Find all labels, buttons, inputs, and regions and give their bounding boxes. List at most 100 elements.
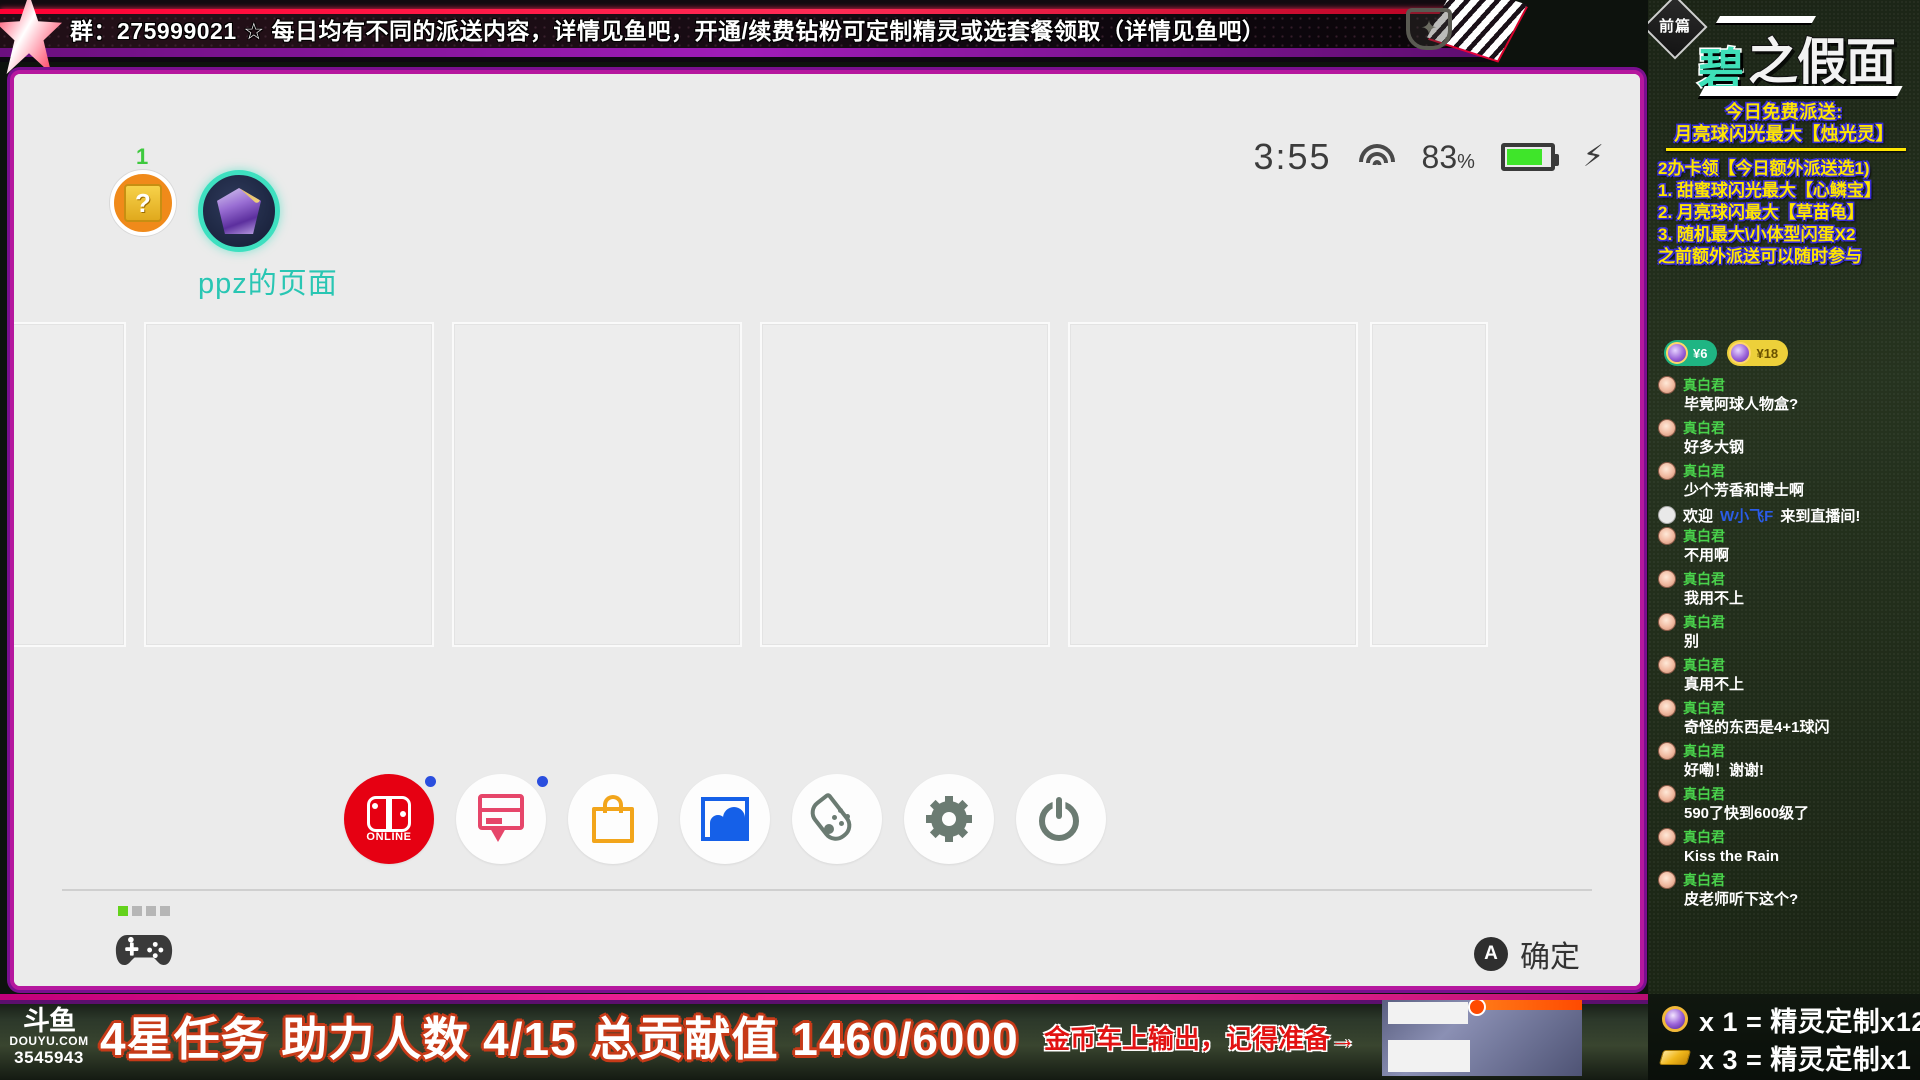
- quick-menu-row: ONLINE: [344, 774, 1106, 864]
- chat-text: 好嘞！谢谢!: [1658, 761, 1914, 781]
- chat-text: 我用不上: [1658, 589, 1914, 609]
- sleep-mode-button[interactable]: [1016, 774, 1106, 864]
- avatar: [1658, 656, 1676, 674]
- avatar: [1658, 419, 1676, 437]
- chat-username[interactable]: 真白君: [1683, 461, 1725, 481]
- page-dot[interactable]: [160, 906, 170, 916]
- system-settings-button[interactable]: [904, 774, 994, 864]
- avatar: [1658, 785, 1676, 803]
- chat-message: 真白君 少个芳香和博士啊: [1658, 461, 1914, 501]
- extra-line: 2办卡领【今日额外派送选1): [1658, 158, 1916, 180]
- extra-line: 1. 甜蜜球闪光最大【心鳞宝】: [1658, 180, 1916, 202]
- chat-username[interactable]: 真白君: [1683, 612, 1725, 632]
- page-indicator[interactable]: [118, 906, 170, 916]
- banner-text: 群：275999021 ☆ 每日均有不同的派送内容，详情见鱼吧，开通/续费钻粉可…: [70, 14, 1265, 48]
- chat-username[interactable]: 真白君: [1683, 526, 1725, 546]
- chat-system-message: 欢迎 W小飞F 来到直播间!: [1658, 504, 1914, 526]
- game-tile[interactable]: [10, 322, 126, 647]
- reward-legend: x 1 = 精灵定制x12 x 3 = 精灵定制x1: [1660, 1000, 1920, 1076]
- news-button[interactable]: [456, 774, 546, 864]
- gem-icon: [1660, 1004, 1690, 1034]
- chat-username[interactable]: 真白君: [1683, 827, 1725, 847]
- gamepad-icon[interactable]: [114, 929, 174, 971]
- confirm-hint[interactable]: A 确定: [1474, 932, 1580, 976]
- battery-percent-value: 83: [1422, 139, 1458, 175]
- notification-count: 1: [136, 144, 148, 170]
- video-thumbnail[interactable]: [1382, 1000, 1582, 1076]
- percent-symbol: %: [1457, 151, 1475, 173]
- chat-username[interactable]: 真白君: [1683, 418, 1725, 438]
- gift-orb-icon: [1729, 342, 1751, 364]
- extra-line: 2. 月亮球闪最大【草苗龟】: [1658, 202, 1916, 224]
- chat-message: 真白君 真用不上: [1658, 655, 1914, 695]
- chat-message: 真白君 590了快到600级了: [1658, 784, 1914, 824]
- chat-message: 真白君 不用啊: [1658, 526, 1914, 566]
- chat-username[interactable]: 真白君: [1683, 870, 1725, 890]
- logo-part2: 之假面: [1748, 22, 1895, 94]
- notification-button[interactable]: 1 ?: [110, 170, 176, 236]
- avatar: [1658, 613, 1676, 631]
- page-dot[interactable]: [118, 906, 128, 916]
- welcome-username[interactable]: W小飞F: [1720, 505, 1773, 526]
- gear-icon: [927, 797, 971, 841]
- chat-message: 真白君 好多大钢: [1658, 418, 1914, 458]
- avatar: [1658, 742, 1676, 760]
- gift-badge[interactable]: ¥18: [1727, 340, 1788, 366]
- page-dot[interactable]: [132, 906, 142, 916]
- chat-list[interactable]: 真白君 毕竟阿球人物盒? 真白君 好多大钢 真白君 少个芳香和博士啊 欢迎 W小…: [1658, 375, 1914, 913]
- chat-username[interactable]: 真白君: [1683, 741, 1725, 761]
- logo-swoosh-bottom: [1699, 86, 1902, 96]
- room-id: 3545943: [8, 1048, 90, 1068]
- eshop-button[interactable]: [568, 774, 658, 864]
- chat-message: 真白君 我用不上: [1658, 569, 1914, 609]
- chat-username[interactable]: 真白君: [1683, 375, 1725, 395]
- a-button-icon: A: [1474, 937, 1508, 971]
- user-profile-button[interactable]: ppz的页面: [198, 170, 338, 302]
- chat-username[interactable]: 真白君: [1683, 698, 1725, 718]
- game-tile[interactable]: [760, 322, 1050, 647]
- gold-bar-icon: [1660, 1042, 1690, 1072]
- user-row: 1 ? ppz的页面: [110, 170, 338, 302]
- show-logo: 碧 之假面: [1690, 12, 1918, 98]
- chat-text: 奇怪的东西是4+1球闪: [1658, 718, 1914, 738]
- album-icon: [701, 797, 749, 841]
- game-tile-row: [14, 319, 1644, 649]
- gift-badge[interactable]: ¥6: [1664, 340, 1717, 366]
- album-button[interactable]: [680, 774, 770, 864]
- game-tile[interactable]: [452, 322, 742, 647]
- wifi-icon: [1358, 142, 1396, 172]
- chat-username[interactable]: 真白君: [1683, 569, 1725, 589]
- welcome-suffix: 来到直播间!: [1780, 505, 1860, 526]
- extra-line: 3. 随机最大\小体型闪蛋X2: [1658, 224, 1916, 246]
- battery-percent: 83%: [1422, 139, 1475, 176]
- news-icon: [478, 794, 524, 844]
- chat-message: 真白君 奇怪的东西是4+1球闪: [1658, 698, 1914, 738]
- nintendo-switch-online-button[interactable]: ONLINE: [344, 774, 434, 864]
- battery-icon: [1501, 143, 1555, 171]
- controllers-button[interactable]: [792, 774, 882, 864]
- page-dot[interactable]: [146, 906, 156, 916]
- gift-orb-icon: [1666, 342, 1688, 364]
- reward-text: x 3 = 精灵定制x1: [1699, 1038, 1911, 1077]
- game-tile[interactable]: [1068, 322, 1358, 647]
- chat-username[interactable]: 真白君: [1683, 655, 1725, 675]
- question-block-icon: ?: [110, 170, 176, 236]
- chat-username[interactable]: 真白君: [1683, 784, 1725, 804]
- game-tile[interactable]: [1370, 322, 1488, 647]
- chat-message: 真白君 别: [1658, 612, 1914, 652]
- chat-text: 好多大钢: [1658, 438, 1914, 458]
- question-mark-glyph: ?: [124, 184, 162, 222]
- notification-dot: [425, 776, 436, 787]
- banner-purple-line: [0, 48, 1497, 57]
- banner-purple-line: [0, 1000, 1920, 1004]
- chat-text: 皮老师听下这个?: [1658, 890, 1914, 910]
- thumbnail-block: [1388, 1040, 1470, 1072]
- game-tile[interactable]: [144, 322, 434, 647]
- confirm-label: 确定: [1520, 932, 1580, 976]
- gift-badge-row: ¥6 ¥18: [1664, 340, 1788, 366]
- chat-message: 真白君 毕竟阿球人物盒?: [1658, 375, 1914, 415]
- quest-note-text: 金币车上输出，记得准备→: [1044, 1018, 1356, 1060]
- switch-console-icon: [367, 796, 411, 826]
- switch-home-screen: 3:55 83% ⚡ 1 ?: [10, 70, 1644, 990]
- gift-amount: ¥18: [1756, 346, 1778, 361]
